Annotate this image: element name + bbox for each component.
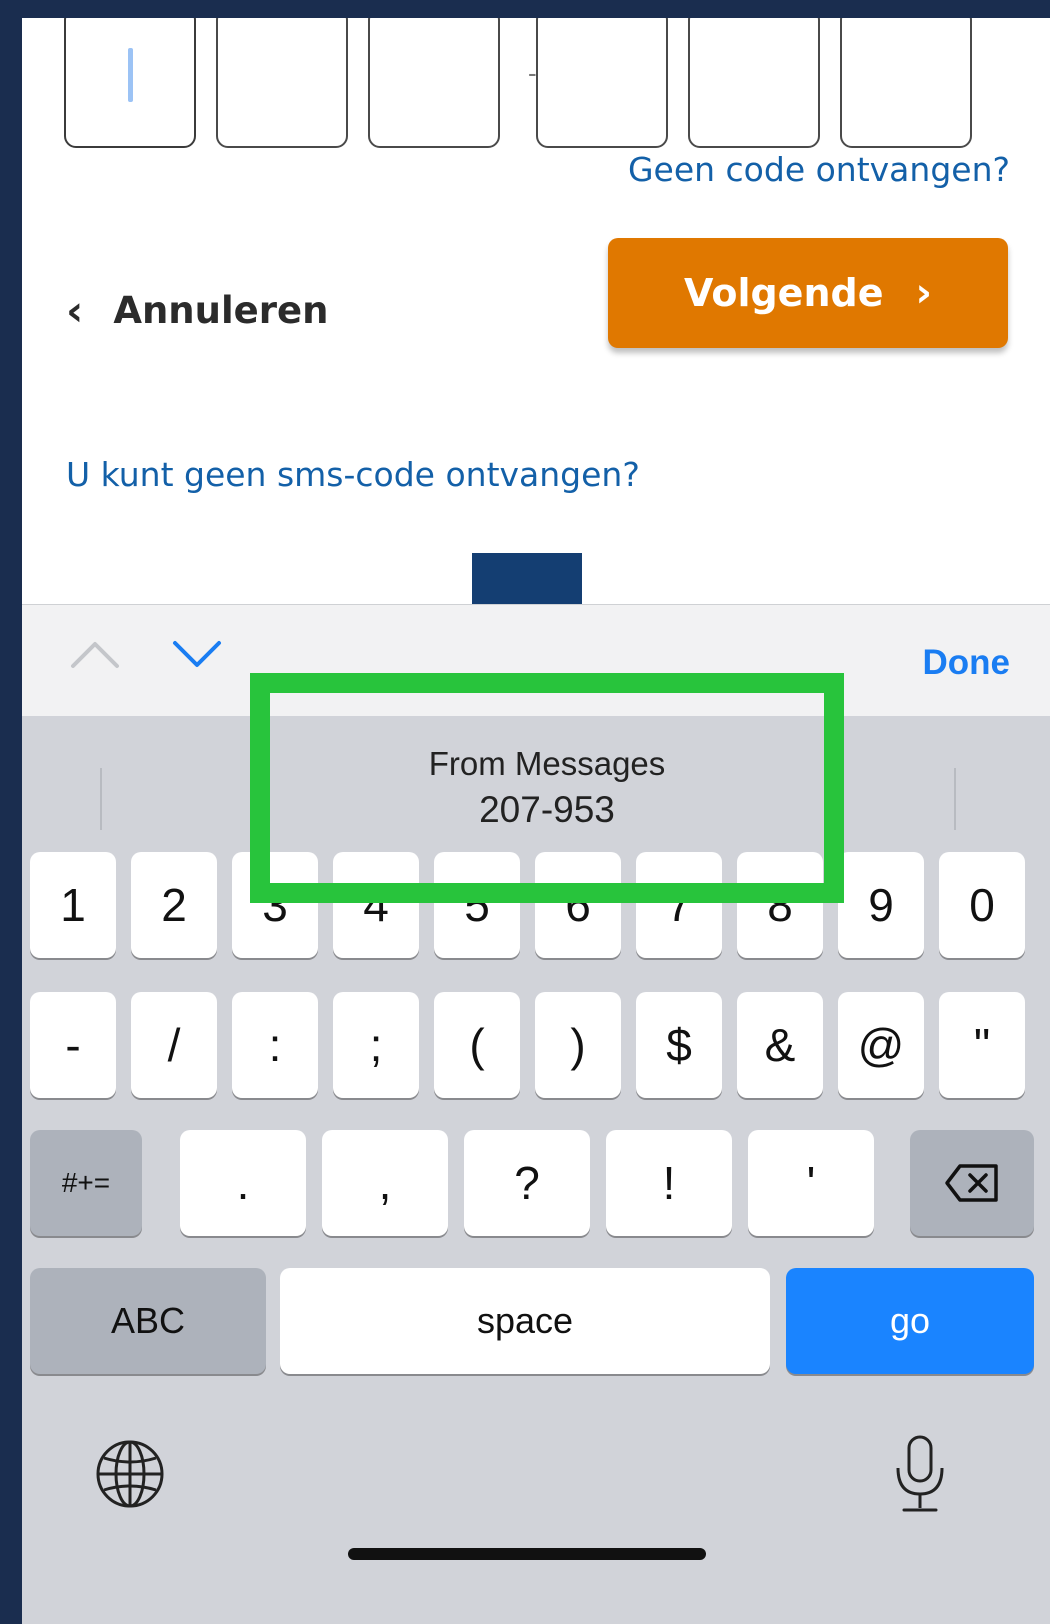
- key-ampersand[interactable]: &: [737, 992, 823, 1098]
- globe-icon[interactable]: [94, 1438, 166, 1510]
- key-space[interactable]: space: [280, 1268, 770, 1374]
- key-question[interactable]: ?: [464, 1130, 590, 1236]
- code-digit-3[interactable]: [368, 18, 500, 148]
- key-symbols[interactable]: #+=: [30, 1130, 142, 1236]
- chevron-down-icon[interactable]: [172, 639, 222, 669]
- key-go[interactable]: go: [786, 1268, 1034, 1374]
- key-colon[interactable]: :: [232, 992, 318, 1098]
- key-hyphen[interactable]: -: [30, 992, 116, 1098]
- key-abc[interactable]: ABC: [30, 1268, 266, 1374]
- key-2[interactable]: 2: [131, 852, 217, 958]
- next-button[interactable]: Volgende ›: [608, 238, 1008, 348]
- key-9[interactable]: 9: [838, 852, 924, 958]
- chevron-up-icon[interactable]: [70, 639, 120, 669]
- key-quote[interactable]: ": [939, 992, 1025, 1098]
- key-exclamation[interactable]: !: [606, 1130, 732, 1236]
- screen: - Geen code ontvangen? ‹ Annuleren Volge…: [22, 18, 1050, 1624]
- code-digit-6[interactable]: [840, 18, 972, 148]
- key-apostrophe[interactable]: ': [748, 1130, 874, 1236]
- suggestion-code: 207-953: [479, 789, 615, 830]
- key-comma[interactable]: ,: [322, 1130, 448, 1236]
- next-label: Volgende: [684, 271, 884, 315]
- cancel-button[interactable]: ‹ Annuleren: [66, 280, 328, 340]
- text-cursor: [128, 48, 133, 102]
- suggestion-source: From Messages: [428, 745, 666, 782]
- key-at[interactable]: @: [838, 992, 924, 1098]
- key-1[interactable]: 1: [30, 852, 116, 958]
- code-digit-5[interactable]: [688, 18, 820, 148]
- code-digit-1[interactable]: [64, 18, 196, 148]
- home-indicator: [348, 1548, 706, 1560]
- cancel-label: Annuleren: [113, 288, 329, 332]
- chevron-right-icon: ›: [915, 270, 932, 316]
- done-button[interactable]: Done: [923, 643, 1011, 683]
- key-dollar[interactable]: $: [636, 992, 722, 1098]
- key-open-paren[interactable]: (: [434, 992, 520, 1098]
- suggestion-divider: [954, 768, 956, 830]
- key-period[interactable]: .: [180, 1130, 306, 1236]
- partial-logo-block: [472, 553, 582, 608]
- code-digit-2[interactable]: [216, 18, 348, 148]
- suggestion-divider: [100, 768, 102, 830]
- code-digit-4[interactable]: [536, 18, 668, 148]
- backspace-key[interactable]: [910, 1130, 1034, 1236]
- key-0[interactable]: 0: [939, 852, 1025, 958]
- microphone-icon[interactable]: [892, 1434, 948, 1514]
- backspace-icon: [945, 1164, 998, 1202]
- key-semicolon[interactable]: ;: [333, 992, 419, 1098]
- no-code-received-link[interactable]: Geen code ontvangen?: [628, 150, 1010, 189]
- no-sms-code-link[interactable]: U kunt geen sms-code ontvangen?: [66, 455, 640, 494]
- code-suggestion[interactable]: From Messages 207-953: [250, 673, 844, 903]
- key-close-paren[interactable]: ): [535, 992, 621, 1098]
- key-slash[interactable]: /: [131, 992, 217, 1098]
- chevron-left-icon: ‹: [66, 285, 84, 335]
